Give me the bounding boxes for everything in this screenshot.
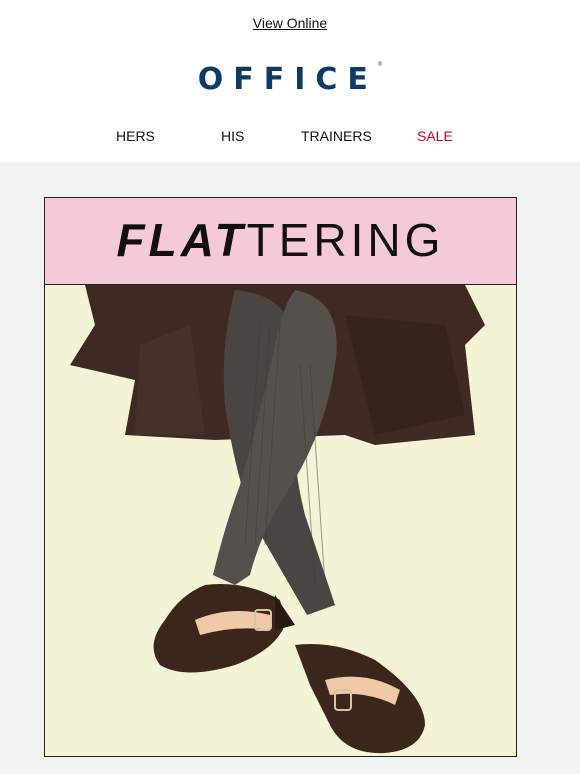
hero-headline: FLATTERING	[45, 213, 516, 267]
nav-item-trainers[interactable]: TRAINERS	[301, 128, 372, 144]
hero-banner: FLATTERING	[45, 198, 516, 285]
registered-mark: ®	[377, 62, 383, 68]
hero-photo[interactable]	[45, 285, 516, 756]
hero-card[interactable]: FLATTERING	[44, 197, 517, 757]
nav-item-hers[interactable]: HERS	[116, 128, 155, 144]
legs-tights-shoes-illustration	[45, 285, 516, 756]
nav-item-his[interactable]: HIS	[221, 128, 244, 144]
view-online-link[interactable]: View Online	[0, 15, 580, 31]
nav-item-sale[interactable]: SALE	[417, 128, 453, 144]
main-nav: HERS HIS TRAINERS SALE	[0, 128, 580, 146]
email-header: View Online OFFICE® HERS HIS TRAINERS SA…	[0, 0, 580, 162]
logo-wordmark: OFFICE	[197, 62, 378, 97]
headline-rest: TERING	[246, 214, 445, 266]
office-logo[interactable]: OFFICE®	[0, 62, 580, 97]
headline-bold: FLAT	[116, 214, 247, 266]
